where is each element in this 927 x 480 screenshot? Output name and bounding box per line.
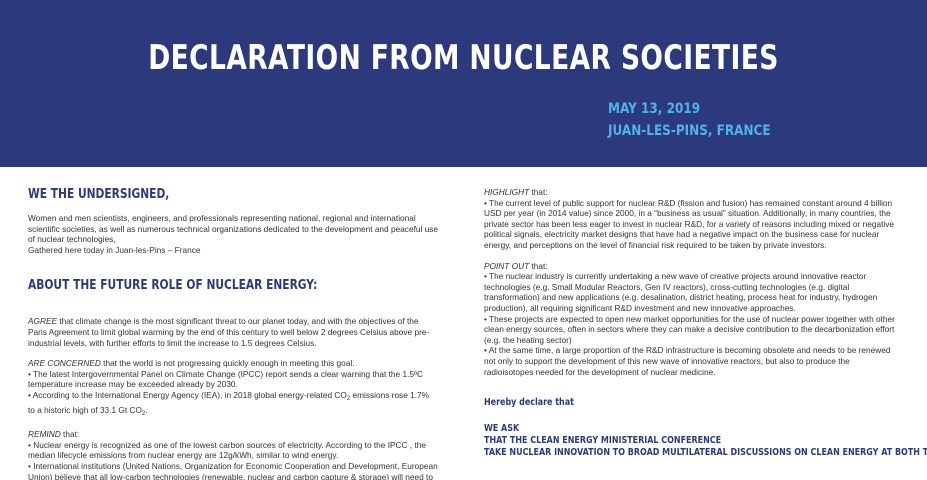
ask-conference-line: THAT THE CLEAN ENERGY MINISTERIAL CONFER…: [484, 435, 722, 447]
pointout-bullet-infrastructure: • At the same time, a large proportion o…: [484, 345, 891, 377]
intro-paragraph: Women and men scientists, engineers, and…: [28, 213, 439, 245]
ask-heading: WE ASK: [484, 423, 520, 435]
undersigned-heading: WE THE UNDERSIGNED,: [28, 187, 170, 202]
highlight-paragraph: HIGHLIGHT that:: [484, 187, 896, 198]
agree-paragraph: AGREE that climate change is the most si…: [28, 316, 438, 348]
concerned-bullet-ipcc: • The latest Intergovernmental Panel on …: [28, 368, 424, 390]
pointout-text: that:: [529, 260, 548, 271]
concerned-text: that the world is not progressing quickl…: [100, 358, 355, 369]
remind-paragraph: REMIND that:: [28, 429, 438, 440]
right-column: HIGHLIGHT that: • The current level of p…: [484, 187, 927, 459]
remind-keyword: REMIND: [28, 429, 61, 440]
pointout-bullet-industry: • The nuclear industry is currently unde…: [484, 271, 878, 313]
remind-text: that:: [60, 429, 80, 440]
remind-bullet-lowcarbon: • Nuclear energy is recognized as one of…: [28, 439, 426, 461]
highlight-keyword: HIGHLIGHT: [484, 187, 530, 197]
left-column: WE THE UNDERSIGNED, Women and men scient…: [28, 180, 438, 480]
event-meta: MAY 13, 2019 JUAN-LES-PINS, FRANCE: [608, 98, 771, 142]
concerned-keyword: ARE CONCERNED: [28, 358, 101, 369]
concerned-bullet-iea: • According to the International Energy …: [28, 390, 438, 419]
pointout-paragraph: POINT OUT that:: [484, 261, 896, 272]
concerned-paragraph: ARE CONCERNED that the world is not prog…: [28, 358, 438, 369]
declaration-page: DECLARATION FROM NUCLEAR SOCIETIES MAY 1…: [0, 0, 927, 480]
declare-heading: Hereby declare that: [484, 397, 574, 409]
highlight-bullet-rnd: • The current level of public support fo…: [484, 197, 894, 250]
pointout-keyword: POINT OUT: [484, 260, 530, 271]
iea-text-c: .: [145, 404, 148, 415]
event-location: JUAN-LES-PINS, FRANCE: [608, 123, 771, 139]
future-role-heading: ABOUT THE FUTURE ROLE OF NUCLEAR ENERGY:: [28, 278, 318, 294]
event-date: MAY 13, 2019: [608, 101, 701, 117]
remind-bullet-institutions: • International institutions (United Nat…: [28, 460, 438, 480]
agree-text: that climate change is the most signific…: [28, 316, 430, 348]
ask-innovation-line: TAKE NUCLEAR INNOVATION TO BROAD MULTILA…: [484, 447, 927, 459]
iea-text-a: • According to the International Energy …: [28, 389, 347, 400]
highlight-text: that:: [529, 187, 548, 197]
page-title: DECLARATION FROM NUCLEAR SOCIETIES: [148, 38, 779, 78]
header-banner: DECLARATION FROM NUCLEAR SOCIETIES MAY 1…: [0, 0, 927, 167]
intro-location: Gathered here today in Juan-les-Pins – F…: [28, 244, 201, 255]
pointout-bullet-markets: • These projects are expected to open ne…: [484, 313, 895, 345]
agree-keyword: AGREE: [28, 316, 58, 327]
